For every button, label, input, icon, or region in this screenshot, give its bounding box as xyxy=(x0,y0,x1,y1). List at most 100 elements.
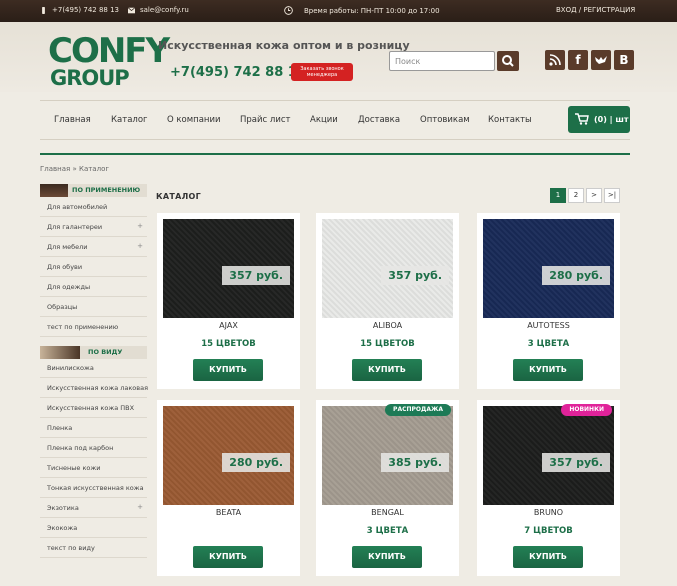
logo-line1: CONFY xyxy=(48,31,170,71)
sidebar-item-label: Пленка xyxy=(47,424,73,432)
sidebar-item-label: Винилискожа xyxy=(47,364,94,372)
logo-line2: GROUP xyxy=(50,66,130,90)
cart-button[interactable]: (0) | шт xyxy=(568,106,630,133)
nav-item-about[interactable]: О компании xyxy=(167,115,221,125)
sidebar-item-label: Для обуви xyxy=(47,263,83,271)
product-card[interactable]: 385 руб. РАСПРОДАЖА BENGAL 3 ЦВЕТА КУПИТЬ xyxy=(316,400,459,576)
sidebar-item[interactable]: Тонкая искусственная кожа xyxy=(40,478,147,498)
login-link[interactable]: ВХОД / РЕГИСТРАЦИЯ xyxy=(556,6,635,14)
vk-button[interactable]: B xyxy=(614,50,634,70)
sidebar-item[interactable]: Для одежды xyxy=(40,277,147,297)
sidebar-item[interactable]: Для галантереи + xyxy=(40,217,147,237)
buy-button[interactable]: КУПИТЬ xyxy=(513,546,583,568)
product-price: 280 руб. xyxy=(542,266,610,285)
expand-plus-icon[interactable]: + xyxy=(137,242,143,250)
sidebar-item-label: Для автомобилей xyxy=(47,203,108,211)
product-badge: НОВИНКИ xyxy=(561,404,612,416)
sidebar-item[interactable]: Для мебели + xyxy=(40,237,147,257)
page-1[interactable]: 1 xyxy=(550,188,566,203)
divider xyxy=(40,153,630,155)
sidebar-item-label: Образцы xyxy=(47,303,78,311)
product-card[interactable]: 357 руб. ALIBOA 15 ЦВЕТОВ КУПИТЬ xyxy=(316,213,459,389)
sidebar-item[interactable]: Искусственная кожа ПВХ xyxy=(40,398,147,418)
sidebar-item[interactable]: Винилискожа xyxy=(40,358,147,378)
nav-item-catalog[interactable]: Каталог xyxy=(111,115,148,125)
nav-item-wholesale[interactable]: Оптовикам xyxy=(420,115,470,125)
product-price: 357 руб. xyxy=(222,266,290,285)
page-next[interactable]: > xyxy=(586,188,602,203)
breadcrumb[interactable]: Главная » Каталог xyxy=(40,165,109,173)
expand-plus-icon[interactable]: + xyxy=(137,222,143,230)
sidebar-item[interactable]: Тисненые кожи xyxy=(40,458,147,478)
product-name[interactable]: BEATA xyxy=(157,508,300,517)
nav-item-contacts[interactable]: Контакты xyxy=(488,115,532,125)
product-card[interactable]: 357 руб. AJAX 15 ЦВЕТОВ КУПИТЬ xyxy=(157,213,300,389)
cart-count: (0) | шт xyxy=(594,115,629,124)
top-bar: +7(495) 742 88 13 sale@confy.ru Время ра… xyxy=(0,0,677,22)
product-name[interactable]: ALIBOA xyxy=(316,321,459,330)
topbar-email-text: sale@confy.ru xyxy=(140,6,189,14)
login-link-text: ВХОД / РЕГИСТРАЦИЯ xyxy=(556,6,636,14)
product-colors: 15 ЦВЕТОВ xyxy=(360,339,415,349)
rss-button[interactable] xyxy=(545,50,565,70)
nav-item-delivery[interactable]: Доставка xyxy=(358,115,400,125)
product-colors: 3 ЦВЕТА xyxy=(366,526,409,536)
sidebar-item-label: Искусственная кожа лаковая xyxy=(47,384,149,392)
product-name[interactable]: BENGAL xyxy=(316,508,459,517)
buy-button[interactable]: КУПИТЬ xyxy=(513,359,583,381)
sidebar-item-label: Тонкая искусственная кожа xyxy=(47,484,144,492)
sidebar-item[interactable]: Пленка под карбон xyxy=(40,438,147,458)
logo[interactable]: CONFY GROUP xyxy=(48,31,170,94)
sidebar-item-label: текст по виду xyxy=(47,544,95,552)
product-colors: 7 ЦВЕТОВ xyxy=(524,526,573,536)
nav-item-pricelist[interactable]: Прайс лист xyxy=(240,115,290,125)
product-price: 385 руб. xyxy=(381,453,449,472)
phone-icon xyxy=(42,6,45,14)
product-badge: РАСПРОДАЖА xyxy=(385,404,451,416)
nav-item-promo[interactable]: Акции xyxy=(310,115,338,125)
page-2[interactable]: 2 xyxy=(568,188,584,203)
facebook-button[interactable]: f xyxy=(568,50,588,70)
tagline: Искусственная кожа оптом и в розницу xyxy=(158,39,410,52)
product-name[interactable]: AJAX xyxy=(157,321,300,330)
search-button[interactable] xyxy=(497,51,519,71)
page-last[interactable]: >| xyxy=(604,188,620,203)
callback-button[interactable]: Заказать звонок менеджера xyxy=(291,63,353,81)
header-phone: +7(495) 742 88 13 xyxy=(170,65,306,80)
sofa-thumbnail xyxy=(40,184,68,197)
buy-button[interactable]: КУПИТЬ xyxy=(352,359,422,381)
product-price: 280 руб. xyxy=(222,453,290,472)
sidebar-item-label: Для одежды xyxy=(47,283,91,291)
header: CONFY GROUP Искусственная кожа оптом и в… xyxy=(0,22,677,92)
bird-icon xyxy=(595,56,607,64)
sidebar-item[interactable]: Для автомобилей xyxy=(40,197,147,217)
topbar-email[interactable]: sale@confy.ru xyxy=(128,6,189,14)
product-card[interactable]: 280 руб. AUTOTESS 3 ЦВЕТА КУПИТЬ xyxy=(477,213,620,389)
search-input[interactable] xyxy=(389,51,495,71)
buy-button[interactable]: КУПИТЬ xyxy=(352,546,422,568)
expand-plus-icon[interactable]: + xyxy=(137,503,143,511)
sidebar-item[interactable]: Экокожа xyxy=(40,518,147,538)
product-card[interactable]: 357 руб. НОВИНКИ BRUNO 7 ЦВЕТОВ КУПИТЬ xyxy=(477,400,620,576)
nav-item-home[interactable]: Главная xyxy=(54,115,91,125)
clock-icon xyxy=(284,6,293,15)
sidebar-item[interactable]: тест по применению xyxy=(40,317,147,337)
topbar-phone[interactable]: +7(495) 742 88 13 xyxy=(40,6,119,14)
product-colors: 3 ЦВЕТА xyxy=(527,339,570,349)
sidebar-item[interactable]: Пленка xyxy=(40,418,147,438)
sidebar-item[interactable]: Образцы xyxy=(40,297,147,317)
twitter-button[interactable] xyxy=(591,50,611,70)
product-name[interactable]: BRUNO xyxy=(477,508,620,517)
sidebar-item-label: Для галантереи xyxy=(47,223,103,231)
sidebar-item[interactable]: Для обуви xyxy=(40,257,147,277)
buy-button[interactable]: КУПИТЬ xyxy=(193,546,263,568)
sidebar-item[interactable]: Экзотика + xyxy=(40,498,147,518)
sidebar-item[interactable]: текст по виду xyxy=(40,538,147,558)
product-name[interactable]: AUTOTESS xyxy=(477,321,620,330)
topbar-hours-text: Время работы: ПН-ПТ 10:00 до 17:00 xyxy=(304,6,440,15)
product-card[interactable]: 280 руб. BEATA КУПИТЬ xyxy=(157,400,300,576)
sidebar-item[interactable]: Искусственная кожа лаковая xyxy=(40,378,149,398)
product-price: 357 руб. xyxy=(381,266,449,285)
buy-button[interactable]: КУПИТЬ xyxy=(193,359,263,381)
sidebar-item-label: Пленка под карбон xyxy=(47,444,114,452)
